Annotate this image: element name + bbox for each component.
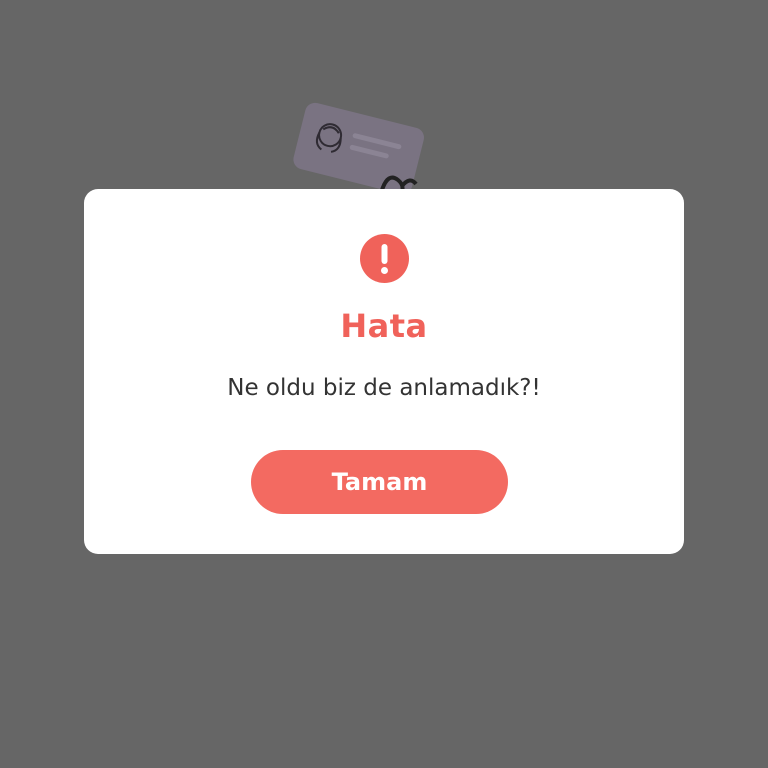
dialog-message: Ne oldu biz de anlamadık?! bbox=[227, 375, 541, 401]
ok-button[interactable]: Tamam bbox=[251, 450, 508, 514]
error-screen: Hata Ne oldu biz de anlamadık?! Tamam bbox=[0, 0, 768, 768]
exclamation-circle-icon bbox=[360, 234, 409, 283]
error-dialog: Hata Ne oldu biz de anlamadık?! Tamam bbox=[84, 189, 684, 554]
dialog-title: Hata bbox=[340, 307, 428, 345]
